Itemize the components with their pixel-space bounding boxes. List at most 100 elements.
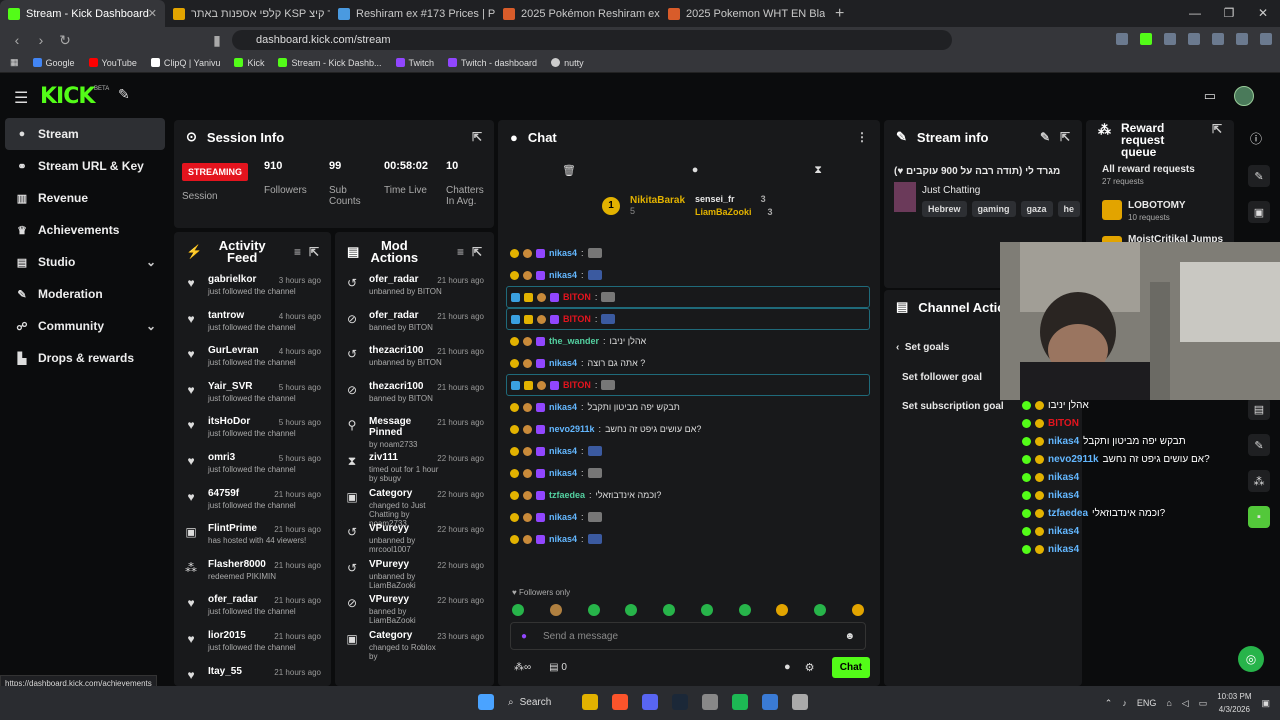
sidebar-item-stream[interactable]: ● Stream xyxy=(5,118,165,150)
language-indicator[interactable]: ENG xyxy=(1137,698,1157,708)
bookmark-kick[interactable]: Kick xyxy=(234,58,264,68)
crop-tool-icon[interactable]: ▣ xyxy=(1248,201,1270,223)
tray-chevron-icon[interactable]: ⌃ xyxy=(1105,698,1113,709)
chat-username[interactable]: BITON xyxy=(563,314,591,324)
activity-user[interactable]: Flasher8000 xyxy=(208,559,276,570)
forward-icon[interactable]: › xyxy=(34,32,48,48)
all-rewards-link[interactable]: All reward requests xyxy=(1102,164,1195,175)
apps-icon[interactable]: ▦ xyxy=(10,57,19,68)
mod-action-target[interactable]: thezacri100 xyxy=(369,381,444,392)
bookmark-nutty[interactable]: nutty xyxy=(551,58,584,68)
set-goals-back[interactable]: ‹ Set goals xyxy=(896,342,949,353)
set-subscription-goal[interactable]: Set subscription goal xyxy=(902,401,1004,412)
spotify-icon[interactable] xyxy=(732,694,748,710)
app-icon[interactable] xyxy=(762,694,778,710)
chat-username[interactable]: nikas4 xyxy=(549,402,577,412)
chat-username[interactable]: nevo2911k xyxy=(549,424,595,434)
hourglass-icon[interactable]: ⧗ xyxy=(814,164,822,177)
emote-icon[interactable] xyxy=(814,604,827,616)
emote-icon[interactable] xyxy=(776,604,789,616)
bookmark-google[interactable]: Google xyxy=(32,58,75,68)
message-icon[interactable]: ● xyxy=(692,164,699,177)
battery-icon[interactable]: ▭ xyxy=(1199,698,1208,709)
extension-icon[interactable] xyxy=(1140,33,1152,45)
reward-name[interactable]: LOBOTOMY xyxy=(1128,200,1186,211)
brave-icon[interactable] xyxy=(612,694,628,710)
bookmark-twitch-dashboard[interactable]: Twitch - dashboard xyxy=(448,58,537,68)
minimize-icon[interactable]: — xyxy=(1178,0,1212,27)
chat-message[interactable]: nikas4: xyxy=(498,462,880,484)
settings-icon[interactable]: ⚙ xyxy=(805,661,815,674)
chat-message[interactable]: nikas4: xyxy=(498,242,880,264)
chat-message[interactable]: BITON: xyxy=(506,286,870,308)
edit-icon[interactable]: ✎ xyxy=(1040,130,1050,144)
chat-message[interactable]: nevo2911k: אם עושים גיפט זה נחשב? xyxy=(498,418,880,440)
popout-icon[interactable]: ⇱ xyxy=(1060,130,1070,144)
mod-action-target[interactable]: VPureyy xyxy=(369,559,444,570)
emote-icon[interactable] xyxy=(663,604,676,616)
bookmark-clipq[interactable]: ClipQ | Yanivu xyxy=(150,58,220,68)
popout-icon[interactable]: ⇱ xyxy=(472,130,482,144)
mod-action-target[interactable]: VPureyy xyxy=(369,523,444,534)
reload-icon[interactable]: ↻ xyxy=(58,32,72,49)
chat-message[interactable]: nikas4: תבקש יפה מביטון ותקבל xyxy=(498,396,880,418)
more-icon[interactable]: ⋮ xyxy=(856,130,868,144)
emote-icon[interactable] xyxy=(625,604,638,616)
close-tab-icon[interactable]: ✕ xyxy=(148,7,157,20)
mod-action-target[interactable]: Category xyxy=(369,488,444,499)
chat-send-button[interactable]: Chat xyxy=(831,657,870,678)
emote-icon[interactable] xyxy=(512,604,524,616)
popout-icon[interactable]: ⇱ xyxy=(309,245,319,259)
app-tool-icon[interactable]: ▪ xyxy=(1248,506,1270,528)
chat-username[interactable]: nikas4 xyxy=(549,248,577,258)
app-icon[interactable] xyxy=(792,694,808,710)
chat-message[interactable]: tzfaedea: וכמה אינדבוזאלי? xyxy=(498,484,880,506)
sidebar-icon[interactable] xyxy=(1236,33,1248,45)
volume-icon[interactable]: ◁ xyxy=(1182,698,1189,709)
gift-icon[interactable]: ▤ 0 xyxy=(549,662,567,673)
download-icon[interactable] xyxy=(1212,33,1224,45)
menu-icon[interactable] xyxy=(1260,33,1272,45)
chat-message[interactable]: nikas4: xyxy=(498,264,880,286)
avatar[interactable] xyxy=(1234,86,1254,106)
sidebar-item-moderation[interactable]: ✎ Moderation xyxy=(0,278,170,310)
mod-action-target[interactable]: thezacri100 xyxy=(369,345,444,356)
taskbar-search[interactable]: ⌕ Search xyxy=(508,697,568,708)
bookmark-twitch[interactable]: Twitch xyxy=(395,58,434,68)
chat-message[interactable]: nikas4: xyxy=(498,528,880,550)
emote-icon[interactable] xyxy=(738,604,751,616)
mod-action-target[interactable]: Message Pinned xyxy=(369,416,444,438)
mod-action-target[interactable]: ofer_radar xyxy=(369,274,444,285)
chat-username[interactable]: the_wander xyxy=(549,336,599,346)
layout-tool-icon[interactable]: ▤ xyxy=(1248,398,1270,420)
back-icon[interactable]: ‹ xyxy=(10,32,24,48)
chat-username[interactable]: nikas4 xyxy=(549,358,577,368)
chat-message[interactable]: nikas4: אתה גם רוצה ? xyxy=(498,352,880,374)
maximize-icon[interactable]: ❐ xyxy=(1212,0,1246,27)
close-window-icon[interactable]: ✕ xyxy=(1246,0,1280,27)
tab-2[interactable]: Reshiram ex #173 Prices | Pokemon V xyxy=(330,0,495,27)
tab-4[interactable]: 2025 Pokemon WHT EN Black White xyxy=(660,0,825,27)
chat-input[interactable]: ● Send a message ☻ xyxy=(510,622,866,650)
trash-icon[interactable]: 🗑 xyxy=(562,164,576,177)
message-icon[interactable]: ● xyxy=(784,661,791,674)
filter-icon[interactable]: ≡ xyxy=(457,245,464,259)
tab-3[interactable]: 2025 Pokémon Reshiram ex 173/086 xyxy=(495,0,660,27)
chat-username[interactable]: tzfaedea xyxy=(549,490,585,500)
chat-message[interactable]: the_wander: אהלן יניבו xyxy=(498,330,880,352)
chevron-down-icon[interactable]: ⌄ xyxy=(146,255,156,269)
filter-icon[interactable]: ≡ xyxy=(294,245,301,259)
file-explorer-icon[interactable] xyxy=(582,694,598,710)
windows-start-icon[interactable] xyxy=(478,694,494,710)
menu-icon[interactable]: ☰ xyxy=(14,88,28,108)
chat-username[interactable]: nikas4 xyxy=(549,534,577,544)
points-icon[interactable]: ⁂∞ xyxy=(514,662,531,673)
url-field[interactable]: dashboard.kick.com/stream xyxy=(232,30,952,50)
notifications-icon[interactable]: ▣ xyxy=(1261,698,1270,709)
sidebar-item-drops[interactable]: ▙ Drops & rewards xyxy=(0,342,170,374)
discord-icon[interactable] xyxy=(642,694,658,710)
chat-username[interactable]: BITON xyxy=(563,380,591,390)
activity-user[interactable]: Itay_55 xyxy=(208,666,242,677)
emote-icon[interactable] xyxy=(851,604,864,616)
popout-icon[interactable]: ⇱ xyxy=(472,245,482,259)
